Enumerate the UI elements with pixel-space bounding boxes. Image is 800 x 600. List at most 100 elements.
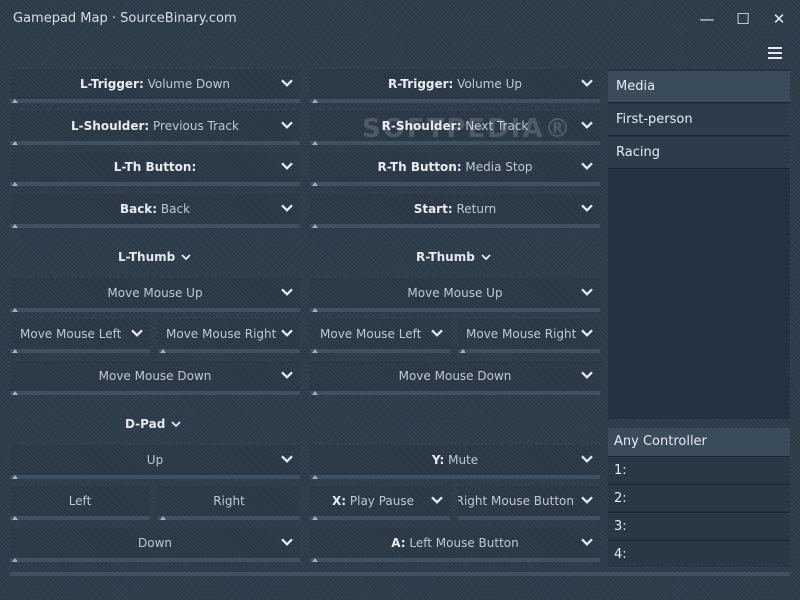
resize-marker xyxy=(312,224,318,228)
controller-panel: Any Controller 1: 2: 3: 4: xyxy=(608,428,790,567)
b-value: Right Mouse Button xyxy=(458,494,574,508)
dpad-right-value: Right xyxy=(213,494,245,508)
window-title: Gamepad Map · SourceBinary.com xyxy=(13,11,237,26)
resize-marker xyxy=(312,516,318,520)
l-trigger-select[interactable]: L-Trigger: Volume Down xyxy=(10,69,300,103)
close-button[interactable]: ✕ xyxy=(764,8,794,30)
l-thumb-down-select[interactable]: Move Mouse Down xyxy=(10,361,300,395)
r-shoulder-key: R-Shoulder: xyxy=(381,119,462,133)
x-button-select[interactable]: X: Play Pause xyxy=(310,486,450,520)
l-thumb-down-value: Move Mouse Down xyxy=(98,369,212,383)
dpad-down-select[interactable]: Down xyxy=(10,528,300,562)
l-thumb-up-value: Move Mouse Up xyxy=(107,286,203,300)
back-select[interactable]: Back: Back xyxy=(10,194,300,228)
r-shoulder-select[interactable]: R-Shoulder: Next Track xyxy=(310,111,600,145)
resize-marker xyxy=(12,224,18,228)
l-thumb-label: L-Thumb xyxy=(118,250,176,264)
r-th-value: Media Stop xyxy=(461,160,533,174)
chevron-down-icon xyxy=(581,496,593,504)
r-thumb-toggle[interactable]: R-Thumb xyxy=(416,250,491,264)
resize-marker xyxy=(160,349,166,353)
l-shoulder-key: L-Shoulder: xyxy=(71,119,150,133)
dpad-right-select[interactable]: Right xyxy=(158,486,300,520)
dpad-left-select[interactable]: Left xyxy=(10,486,150,520)
chevron-down-icon xyxy=(281,329,293,337)
back-key: Back: xyxy=(119,202,158,216)
r-shoulder-value: Next Track xyxy=(461,119,529,133)
chevron-down-icon xyxy=(281,204,293,212)
r-thumb-down-value: Move Mouse Down xyxy=(398,369,512,383)
resize-marker xyxy=(12,558,18,562)
start-select[interactable]: Start: Return xyxy=(310,194,600,228)
resize-marker xyxy=(12,391,18,395)
resize-marker xyxy=(312,141,318,145)
resize-marker xyxy=(312,182,318,186)
resize-marker xyxy=(12,475,18,479)
resize-marker xyxy=(12,308,18,312)
r-thumb-down-select[interactable]: Move Mouse Down xyxy=(310,361,600,395)
y-key: Y: xyxy=(431,453,445,467)
resize-marker xyxy=(460,516,466,520)
r-thumb-left-select[interactable]: Move Mouse Left xyxy=(310,319,450,353)
r-th-key: R-Th Button: xyxy=(377,160,462,174)
resize-marker xyxy=(312,475,318,479)
r-th-button-select[interactable]: R-Th Button: Media Stop xyxy=(310,152,600,186)
controller-slot[interactable]: 1: xyxy=(608,456,790,483)
l-shoulder-value: Previous Track xyxy=(149,119,239,133)
resize-marker xyxy=(12,182,18,186)
resize-marker xyxy=(12,516,18,520)
r-trigger-key: R-Trigger: xyxy=(387,77,454,91)
resize-marker xyxy=(312,558,318,562)
controller-select[interactable]: Any Controller xyxy=(608,428,790,456)
dpad-up-select[interactable]: Up xyxy=(10,445,300,479)
r-thumb-right-value: Move Mouse Right xyxy=(466,327,577,341)
title-bar: Gamepad Map · SourceBinary.com — ☐ ✕ xyxy=(0,0,800,38)
controller-slot[interactable]: 4: xyxy=(608,540,790,567)
l-thumb-up-select[interactable]: Move Mouse Up xyxy=(10,278,300,312)
x-key: X: xyxy=(332,494,347,508)
chevron-down-icon xyxy=(581,79,593,87)
r-thumb-up-select[interactable]: Move Mouse Up xyxy=(310,278,600,312)
bottom-scrollbar[interactable] xyxy=(10,572,790,576)
profile-item-racing[interactable]: Racing xyxy=(608,137,790,169)
chevron-down-icon xyxy=(581,371,593,379)
controller-slot[interactable]: 2: xyxy=(608,484,790,511)
chevron-down-icon xyxy=(581,288,593,296)
profile-item-media[interactable]: Media xyxy=(608,71,790,103)
start-value: Return xyxy=(452,202,497,216)
dpad-toggle[interactable]: D-Pad xyxy=(125,417,181,431)
maximize-button[interactable]: ☐ xyxy=(728,8,758,30)
controller-slot[interactable]: 3: xyxy=(608,512,790,539)
y-button-select[interactable]: Y: Mute xyxy=(310,445,600,479)
resize-marker xyxy=(460,349,466,353)
dpad-up-value: Up xyxy=(146,453,164,467)
resize-marker xyxy=(312,349,318,353)
chevron-down-icon xyxy=(181,254,191,261)
chevron-down-icon xyxy=(281,538,293,546)
resize-marker xyxy=(12,141,18,145)
chevron-down-icon xyxy=(481,254,491,261)
r-thumb-up-value: Move Mouse Up xyxy=(407,286,503,300)
l-thumb-left-value: Move Mouse Left xyxy=(20,327,122,341)
chevron-down-icon xyxy=(281,455,293,463)
r-trigger-select[interactable]: R-Trigger: Volume Up xyxy=(310,69,600,103)
minimize-button[interactable]: — xyxy=(692,8,722,30)
menu-icon[interactable] xyxy=(764,44,786,62)
profile-item-first-person[interactable]: First-person xyxy=(608,104,790,136)
l-th-button-select[interactable]: L-Th Button: xyxy=(10,152,300,186)
start-key: Start: xyxy=(413,202,453,216)
dpad-label: D-Pad xyxy=(125,417,166,431)
a-value: Left Mouse Button xyxy=(405,536,519,550)
profile-list: Media First-person Racing xyxy=(608,69,790,419)
l-shoulder-select[interactable]: L-Shoulder: Previous Track xyxy=(10,111,300,145)
chevron-down-icon xyxy=(581,329,593,337)
chevron-down-icon xyxy=(581,204,593,212)
chevron-down-icon xyxy=(581,538,593,546)
r-thumb-right-select[interactable]: Move Mouse Right xyxy=(458,319,600,353)
l-thumb-toggle[interactable]: L-Thumb xyxy=(118,250,191,264)
resize-marker xyxy=(312,308,318,312)
a-button-select[interactable]: A: Left Mouse Button xyxy=(310,528,600,562)
l-thumb-left-select[interactable]: Move Mouse Left xyxy=(10,319,150,353)
b-button-select[interactable]: B: Right Mouse Button xyxy=(458,486,600,520)
l-thumb-right-select[interactable]: Move Mouse Right xyxy=(158,319,300,353)
